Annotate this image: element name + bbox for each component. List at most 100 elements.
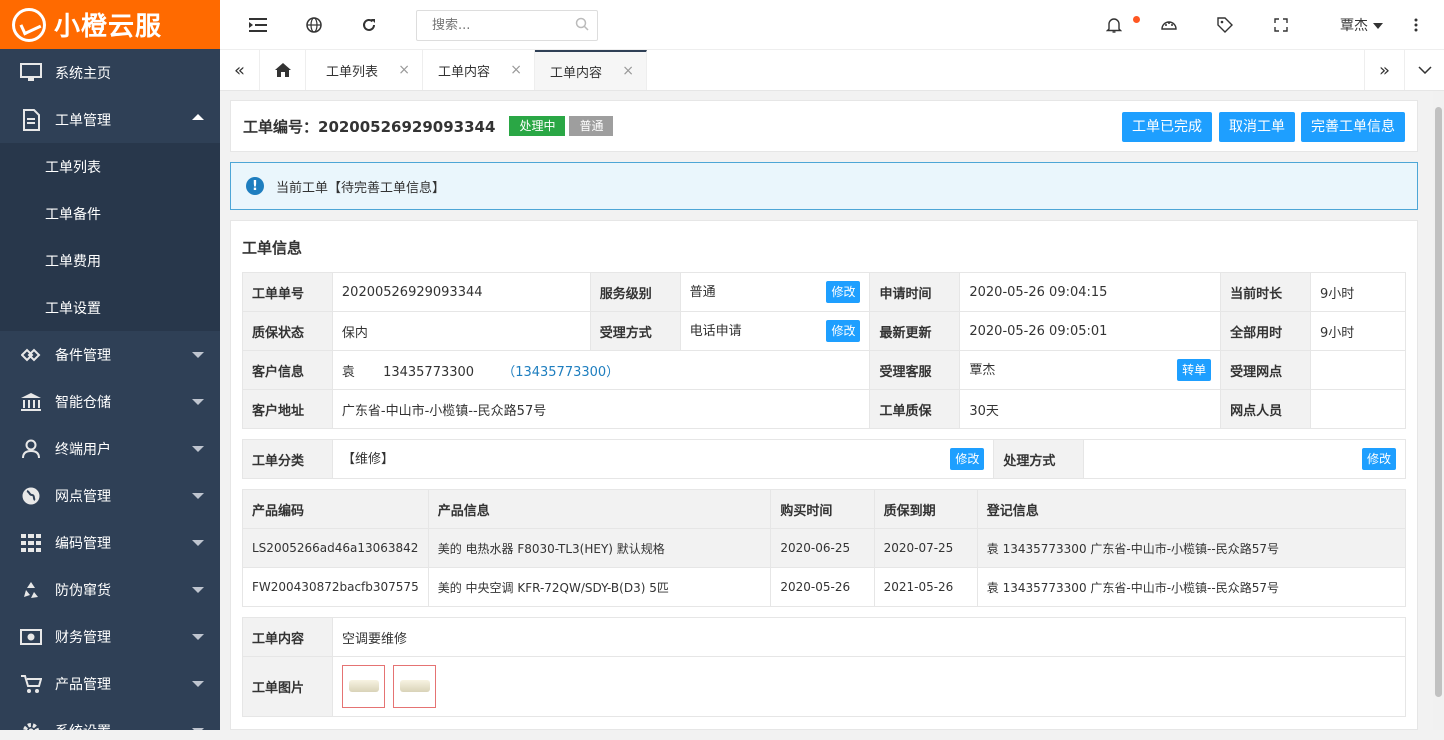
table-header-row: 产品编码 产品信息 购买时间 质保到期 登记信息 [242,489,1407,529]
chevron-down-icon [192,399,204,405]
transfer-order-button[interactable]: 转单 [1177,359,1212,381]
sidebar-item-label: 网点管理 [55,488,111,505]
tab-bar: « 工单列表 × 工单内容 × 工单内容 × » [220,50,1444,91]
close-icon[interactable]: × [398,62,410,78]
sidebar-item-codes[interactable]: 编码管理 [0,519,220,566]
close-icon[interactable]: × [510,62,522,78]
tab-scroll-right-icon[interactable]: » [1364,50,1404,90]
sidebar-item-order-management[interactable]: 工单管理 [0,96,220,143]
modify-category-button[interactable]: 修改 [950,448,985,470]
table-row: 工单分类 【维修】 修改 处理方式 修改 [242,439,1406,479]
improve-order-info-button[interactable]: 完善工单信息 [1301,112,1405,142]
sidebar-item-label: 终端用户 [55,441,111,458]
table-row: 质保状态 保内 受理方式 电话申请 修改 最新更新 2020-05-26 09:0… [242,311,1406,351]
sidebar-item-label: 工单管理 [55,112,111,129]
search-input[interactable] [416,10,598,41]
order-info-table: 工单单号 20200526929093344 服务级别 普通 修改 申请时间 20… [242,272,1406,429]
tab-scroll-left-icon[interactable]: « [220,50,260,90]
sidebar-subitem-order-list[interactable]: 工单列表 [0,143,220,190]
table-cell: 袁 13435773300 广东省-中山市-小榄镇--民众路57号 [976,567,1407,607]
total-label: 全部用时 [1220,311,1311,351]
bell-icon[interactable] [1104,15,1124,35]
service-level-value: 普通 [689,285,716,300]
modify-method-button[interactable]: 修改 [1361,448,1396,470]
globe-icon [20,485,42,507]
scrollbar-thumb[interactable] [1435,107,1442,697]
recycle-icon [20,579,42,601]
user-name: 覃杰 [1340,18,1368,34]
sidebar-item-network[interactable]: 网点管理 [0,472,220,519]
order-number-title: 工单编号：20200526929093344 [243,117,496,136]
search-icon[interactable] [575,17,589,35]
parts-icon [20,344,42,366]
sidebar-item-home[interactable]: 系统主页 [0,49,220,96]
sidebar-item-settings[interactable]: 系统设置 [0,707,220,730]
customer-phone-link[interactable]: （13435773300） [502,365,619,380]
chevron-down-icon[interactable] [1404,50,1444,90]
service-agent-label: 受理客服 [869,350,961,390]
column-header: 购买时间 [770,489,875,529]
more-vertical-icon[interactable] [1406,15,1426,35]
refresh-icon[interactable] [359,15,379,35]
order-image-thumbnail[interactable] [393,665,437,708]
column-header: 产品编码 [242,489,429,529]
bank-icon [20,391,42,413]
sidebar-item-finance[interactable]: 财务管理 [0,613,220,660]
sidebar-item-parts[interactable]: 备件管理 [0,331,220,378]
close-icon[interactable]: × [622,63,634,79]
tab-order-content-active[interactable]: 工单内容 × [535,50,647,90]
sidebar-subitem-order-fees[interactable]: 工单费用 [0,237,220,284]
table-row: 客户地址 广东省-中山市-小榄镇--民众路57号 工单质保 30天 网点人员 [242,389,1406,429]
order-image-thumbnail[interactable] [341,665,385,708]
caret-down-icon [1373,23,1383,29]
method-label: 处理方式 [993,439,1085,479]
table-row[interactable]: FW200430872bacfb307575 美的 中央空调 KFR-72QW/… [242,567,1407,607]
chevron-down-icon [192,540,204,546]
sidebar-item-products[interactable]: 产品管理 [0,660,220,707]
logo[interactable]: 小橙云服 [0,0,220,49]
order-category-table: 工单分类 【维修】 修改 处理方式 修改 [242,439,1406,479]
order-header: 工单编号：20200526929093344 处理中 普通 工单已完成 取消工单… [230,100,1418,152]
complete-order-button[interactable]: 工单已完成 [1122,112,1212,142]
sidebar-item-anti-counterfeit[interactable]: 防伪窜货 [0,566,220,613]
sidebar-subitem-order-settings[interactable]: 工单设置 [0,284,220,331]
sidebar-item-end-users[interactable]: 终端用户 [0,425,220,472]
service-level-cell: 普通 修改 [679,272,871,312]
network-value [1310,350,1406,390]
fullscreen-icon[interactable] [1271,15,1291,35]
logo-text: 小橙云服 [54,12,163,42]
column-header: 产品信息 [427,489,772,529]
exclamation-icon: ! [246,177,264,195]
sidebar-subitem-order-parts[interactable]: 工单备件 [0,190,220,237]
accept-method-value: 电话申请 [689,324,742,339]
apply-time-label: 申请时间 [869,272,961,312]
tab-order-list[interactable]: 工单列表 × [311,50,423,90]
order-warranty-label: 工单质保 [869,389,961,429]
document-icon [20,108,42,131]
palette-icon[interactable] [1159,15,1179,35]
scrollbar[interactable] [1433,91,1444,730]
globe-icon[interactable] [304,15,324,35]
modify-accept-method-button[interactable]: 修改 [826,320,861,342]
modify-service-level-button[interactable]: 修改 [826,281,861,303]
order-no-label: 工单单号 [242,272,333,312]
menu-toggle-icon[interactable] [248,15,268,35]
grid-icon [20,532,42,554]
warranty-value: 保内 [331,311,591,351]
tag-icon[interactable] [1215,15,1235,35]
sidebar-item-label: 备件管理 [55,347,111,364]
accept-method-cell: 电话申请 修改 [679,311,871,351]
table-row: 工单图片 [242,656,1407,717]
tab-order-content[interactable]: 工单内容 × [423,50,535,90]
table-row[interactable]: LS2005266ad46a13063842 美的 电热水器 F8030-TL3… [242,528,1407,568]
product-table: 产品编码 产品信息 购买时间 质保到期 登记信息 LS2005266ad46a1… [242,489,1407,607]
duration-value: 9小时 [1310,272,1406,312]
cancel-order-button[interactable]: 取消工单 [1219,112,1295,142]
service-level-label: 服务级别 [589,272,681,312]
home-icon[interactable] [260,50,306,90]
total-value: 9小时 [1310,311,1406,351]
sidebar-item-storage[interactable]: 智能仓储 [0,378,220,425]
customer-name: 袁 [341,364,355,380]
tab-label: 工单列表 [326,64,379,80]
user-menu[interactable]: 覃杰 [1340,15,1383,35]
